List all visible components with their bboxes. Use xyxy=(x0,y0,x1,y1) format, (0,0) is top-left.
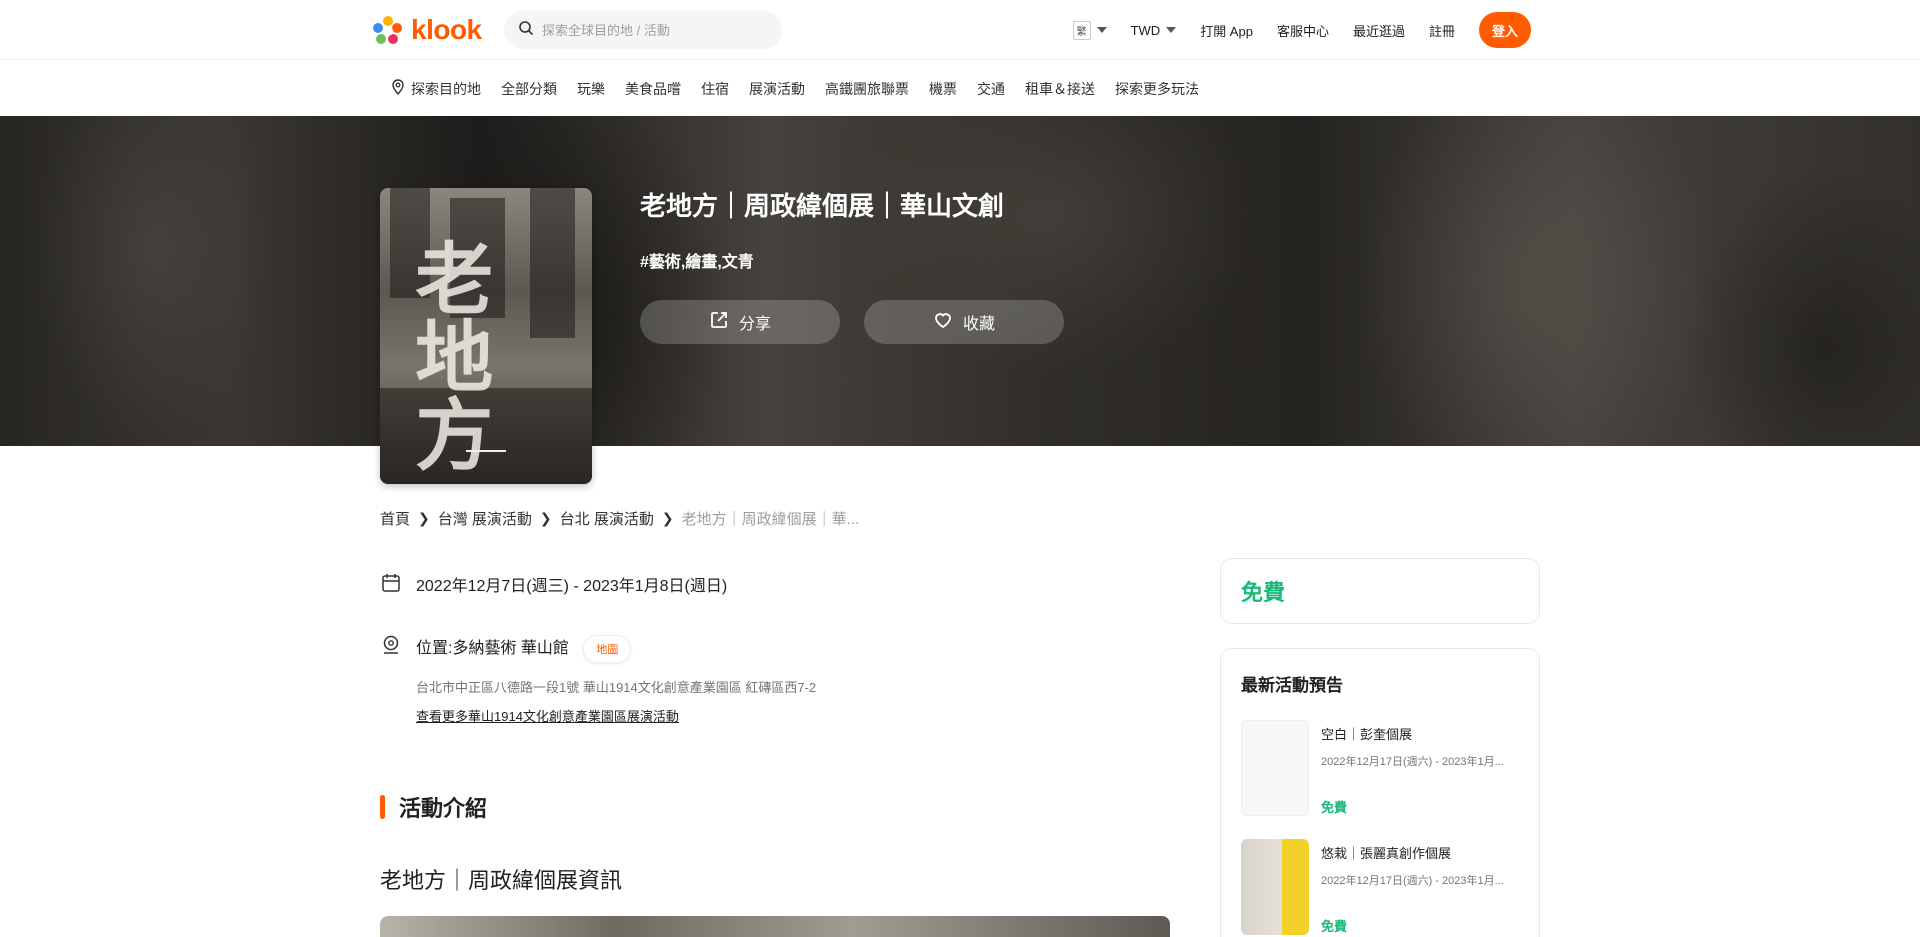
price-card: 免費 xyxy=(1220,558,1540,624)
share-label: 分享 xyxy=(738,316,771,333)
nav-item-all-categories[interactable]: 全部分類 xyxy=(501,79,557,99)
upcoming-event-price: 免費 xyxy=(1321,919,1348,934)
klook-logo[interactable]: klook xyxy=(371,13,482,47)
event-poster[interactable]: 老地方 xyxy=(380,188,592,484)
upcoming-events-card: 最新活動預告 空白｜彭奎個展 2022年12月17日(週六) - 2023年1月… xyxy=(1220,648,1540,937)
nav-item-flights[interactable]: 機票 xyxy=(929,79,957,99)
chevron-down-icon xyxy=(1096,27,1107,33)
language-selector[interactable]: 繁 xyxy=(1072,20,1107,40)
upcoming-title: 最新活動預告 xyxy=(1241,676,1343,695)
upcoming-event-title: 悠栽｜張麗真創作個展 xyxy=(1321,846,1452,861)
currency-selector[interactable]: TWD xyxy=(1131,23,1177,38)
search-bar[interactable] xyxy=(504,11,782,49)
gallery-logo-icon xyxy=(466,450,506,468)
event-date: 2022年12月7日(週三) - 2023年1月8日(週日) xyxy=(416,578,728,595)
upcoming-event-date: 2022年12月17日(週六) - 2023年1月... xyxy=(1321,875,1504,887)
language-label: 繁 xyxy=(1072,20,1091,40)
nav-item-explore-destinations[interactable]: 探索目的地 xyxy=(391,79,481,99)
favorite-label: 收藏 xyxy=(962,316,995,333)
nav-item-fun[interactable]: 玩樂 xyxy=(577,79,605,99)
price-label: 免費 xyxy=(1241,580,1286,605)
calendar-icon xyxy=(380,572,402,599)
event-location-row: 位置:多納藝術 華山館 地圖 台北市中正區八德路一段1號 華山1914文化創意產… xyxy=(380,634,816,726)
breadcrumb-taiwan-events[interactable]: 台灣 展演活動 xyxy=(438,508,532,529)
currency-label: TWD xyxy=(1130,22,1161,38)
category-nav: 探索目的地 全部分類 玩樂 美食品嚐 住宿 展演活動 高鐵團旅聯票 機票 交通 … xyxy=(0,61,1920,116)
search-icon xyxy=(518,20,534,41)
favorite-button[interactable]: 收藏 xyxy=(864,300,1064,344)
location-icon xyxy=(380,634,402,661)
section-accent-bar xyxy=(380,795,385,819)
nav-item-hsr-packages[interactable]: 高鐵團旅聯票 xyxy=(825,79,909,99)
upcoming-event-date: 2022年12月17日(週六) - 2023年1月... xyxy=(1321,756,1504,768)
klook-logo-text: klook xyxy=(411,14,482,45)
heart-icon xyxy=(933,310,953,335)
event-address: 台北市中正區八德路一段1號 華山1914文化創意產業園區 紅磚區西7-2 xyxy=(416,680,817,695)
section-heading: 活動介紹 xyxy=(380,791,487,823)
nav-item-label: 探索目的地 xyxy=(411,80,481,97)
breadcrumb: 首頁 ❯ 台灣 展演活動 ❯ 台北 展演活動 ❯ 老地方｜周政緯個展｜華... xyxy=(380,508,859,529)
nav-item-events[interactable]: 展演活動 xyxy=(749,79,805,99)
share-button[interactable]: 分享 xyxy=(640,300,840,344)
event-tags: #藝術,繪畫,文青 xyxy=(640,254,754,271)
header-actions: 繁 TWD 打開 App 客服中心 最近逛過 註冊 登入 xyxy=(1072,0,1531,60)
breadcrumb-current: 老地方｜周政緯個展｜華... xyxy=(681,511,860,528)
search-input[interactable] xyxy=(542,22,762,38)
open-app-link[interactable]: 打開 App xyxy=(1200,21,1253,40)
chevron-right-icon: ❯ xyxy=(661,510,674,526)
upcoming-event-item[interactable]: 悠栽｜張麗真創作個展 2022年12月17日(週六) - 2023年1月... … xyxy=(1241,839,1519,935)
upcoming-event-price: 免費 xyxy=(1321,800,1348,815)
hero-banner xyxy=(0,116,1920,446)
event-location: 位置:多納藝術 華山館 xyxy=(416,640,569,657)
event-thumbnail xyxy=(1241,839,1309,935)
breadcrumb-home[interactable]: 首頁 xyxy=(380,508,410,529)
event-thumbnail xyxy=(1241,720,1309,816)
nav-item-car-rental[interactable]: 租車＆接送 xyxy=(1025,79,1095,99)
recently-viewed-link[interactable]: 最近逛過 xyxy=(1353,21,1405,40)
nav-item-explore-more[interactable]: 探索更多玩法 xyxy=(1115,79,1199,99)
chevron-right-icon: ❯ xyxy=(539,510,552,526)
klook-logo-icon xyxy=(371,13,405,47)
login-button[interactable]: 登入 xyxy=(1478,12,1531,48)
chevron-right-icon: ❯ xyxy=(418,510,430,526)
nav-item-transport[interactable]: 交通 xyxy=(977,79,1005,99)
upcoming-event-item[interactable]: 空白｜彭奎個展 2022年12月17日(週六) - 2023年1月... 免費 xyxy=(1241,720,1519,816)
section-title: 活動介紹 xyxy=(399,796,488,821)
nav-item-food[interactable]: 美食品嚐 xyxy=(625,79,681,99)
breadcrumb-taipei-events[interactable]: 台北 展演活動 xyxy=(560,508,654,529)
section-subtitle: 老地方｜周政緯個展資訊 xyxy=(380,868,623,893)
event-photo xyxy=(380,916,1170,937)
chevron-down-icon xyxy=(1166,27,1177,33)
support-link[interactable]: 客服中心 xyxy=(1277,21,1329,40)
upcoming-event-title: 空白｜彭奎個展 xyxy=(1321,727,1413,742)
poster-calligraphy: 老地方 xyxy=(402,238,494,472)
share-icon xyxy=(709,310,729,335)
event-title: 老地方｜周政緯個展｜華山文創 xyxy=(640,191,1005,221)
top-header: klook 繁 TWD 打開 App 客服中心 最近逛過 註冊 登入 xyxy=(0,0,1920,60)
location-pin-icon xyxy=(391,79,405,98)
more-venue-events-link[interactable]: 查看更多華山1914文化創意產業園區展演活動 xyxy=(416,706,679,725)
map-button[interactable]: 地圖 xyxy=(583,635,632,663)
event-date-row: 2022年12月7日(週三) - 2023年1月8日(週日) xyxy=(380,572,727,599)
nav-item-stays[interactable]: 住宿 xyxy=(701,79,729,99)
register-link[interactable]: 註冊 xyxy=(1429,21,1455,40)
